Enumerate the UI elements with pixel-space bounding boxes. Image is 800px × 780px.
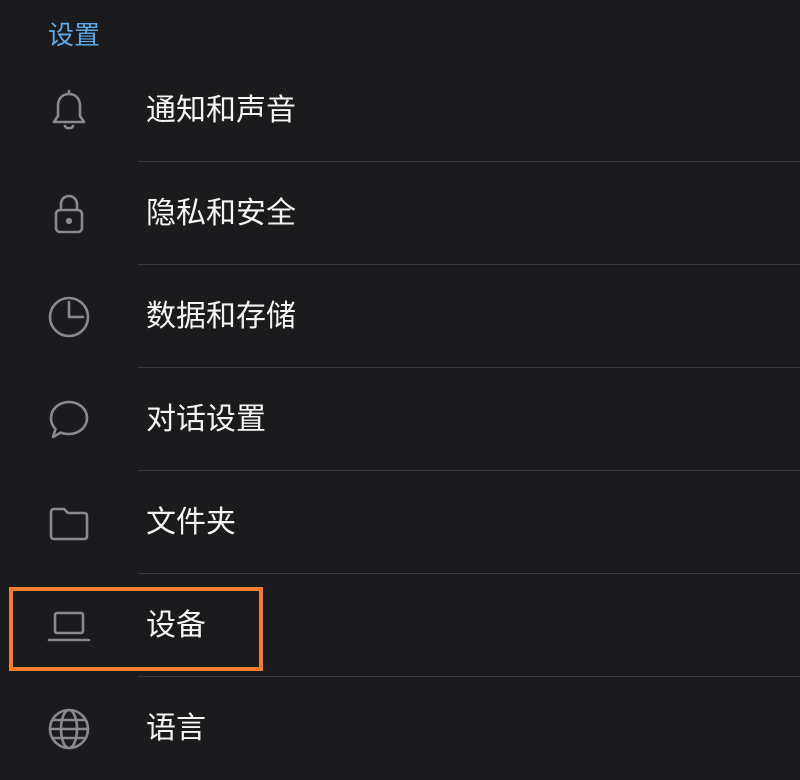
- menu-item-privacy[interactable]: 隐私和安全: [0, 162, 800, 265]
- menu-item-label: 文件夹: [146, 505, 236, 540]
- folder-icon: [44, 500, 94, 546]
- menu-item-language[interactable]: 语言: [0, 677, 800, 780]
- menu-item-chat-settings[interactable]: 对话设置: [0, 368, 800, 471]
- menu-item-label: 设备: [146, 608, 206, 643]
- globe-icon: [44, 706, 94, 752]
- laptop-icon: [44, 603, 94, 649]
- menu-item-label: 对话设置: [146, 402, 266, 437]
- menu-item-devices[interactable]: 设备: [0, 574, 800, 677]
- menu-item-label: 通知和声音: [146, 93, 296, 128]
- section-title: 设置: [48, 21, 101, 51]
- chat-bubble-icon: [44, 397, 94, 443]
- menu-item-label: 隐私和安全: [146, 196, 296, 231]
- menu-item-folders[interactable]: 文件夹: [0, 471, 800, 574]
- lock-icon: [44, 191, 94, 237]
- menu-item-label: 语言: [146, 711, 206, 746]
- menu-item-notifications[interactable]: 通知和声音: [0, 59, 800, 162]
- menu-item-data-storage[interactable]: 数据和存储: [0, 265, 800, 368]
- bell-icon: [44, 88, 94, 134]
- pie-chart-icon: [44, 294, 94, 340]
- menu-item-label: 数据和存储: [146, 299, 296, 334]
- settings-menu: 通知和声音 隐私和安全 数据和存储 对话设置 文件夹 设备 语言: [0, 59, 800, 780]
